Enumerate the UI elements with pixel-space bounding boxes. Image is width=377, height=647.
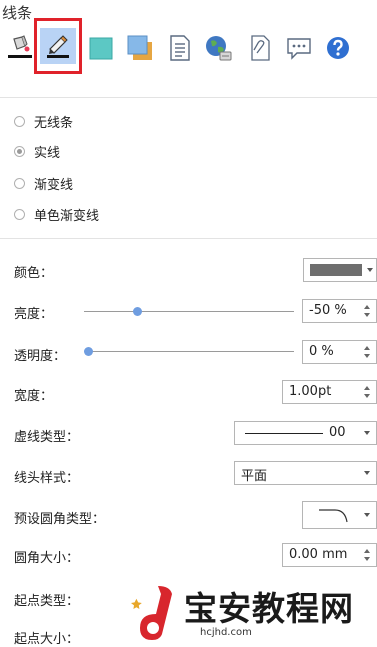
color-label: 颜色： — [14, 266, 54, 281]
start-size-label: 起点大小： — [14, 632, 80, 647]
chevron-down-icon — [367, 268, 373, 272]
shadow-square-icon[interactable] — [124, 32, 156, 64]
spin-down-icon[interactable] — [364, 394, 370, 398]
brightness-slider-thumb[interactable] — [133, 307, 142, 316]
dash-type-select[interactable]: 00 — [234, 421, 377, 445]
spin-up-icon[interactable] — [364, 549, 370, 553]
brightness-slider[interactable] — [84, 311, 294, 312]
spin-up-icon[interactable] — [364, 386, 370, 390]
brightness-spinbox[interactable]: -50 % — [302, 299, 377, 323]
watermark: 宝安教程网 hcjhd.com — [128, 582, 377, 644]
fill-square-icon[interactable] — [85, 32, 117, 64]
color-swatch — [310, 264, 362, 276]
dash-type-label: 虚线类型： — [14, 430, 80, 445]
spin-down-icon[interactable] — [364, 354, 370, 358]
start-type-label: 起点类型： — [14, 594, 80, 609]
width-spinbox[interactable]: 1.00pt — [282, 380, 377, 404]
cap-style-select[interactable]: 平面 — [234, 461, 377, 485]
divider — [0, 238, 377, 239]
dash-preview-line — [245, 433, 323, 434]
cap-style-label: 线头样式： — [14, 471, 80, 486]
radio-solid-line[interactable]: 实线 — [14, 140, 60, 162]
transparency-value: 0 % — [309, 344, 334, 359]
attachment-icon[interactable] — [244, 32, 276, 64]
radio-button-checked[interactable] — [14, 145, 25, 157]
transparency-slider-thumb[interactable] — [84, 347, 93, 356]
spin-up-icon[interactable] — [364, 305, 370, 309]
watermark-url: hcjhd.com — [200, 627, 252, 638]
radio-button[interactable] — [14, 208, 25, 220]
radio-no-line[interactable]: 无线条 — [14, 110, 73, 132]
transparency-label: 透明度： — [14, 349, 67, 364]
line-pen-button[interactable] — [34, 18, 82, 74]
spin-down-icon[interactable] — [364, 557, 370, 561]
panel-title: 线条 — [2, 4, 33, 22]
width-label: 宽度： — [14, 389, 54, 404]
width-value: 1.00pt — [289, 384, 332, 399]
rounded-corner-icon — [319, 509, 348, 523]
corner-preset-select[interactable] — [302, 501, 377, 529]
transparency-spinbox[interactable]: 0 % — [302, 340, 377, 364]
chevron-down-icon — [364, 471, 370, 475]
radio-mono-gradient-line[interactable]: 单色渐变线 — [14, 203, 99, 225]
radio-label: 实线 — [34, 145, 61, 161]
corner-size-spinbox[interactable]: 0.00 mm — [282, 543, 377, 567]
radio-label: 无线条 — [34, 115, 74, 131]
radio-button[interactable] — [14, 115, 25, 127]
corner-size-value: 0.00 mm — [289, 547, 348, 562]
divider — [0, 97, 377, 98]
corner-preset-label: 预设圆角类型： — [14, 512, 106, 527]
brightness-value: -50 % — [309, 303, 347, 318]
corner-size-label: 圆角大小： — [14, 551, 80, 566]
transparency-slider[interactable] — [88, 351, 294, 352]
document-icon[interactable] — [164, 32, 196, 64]
cap-style-value: 平面 — [241, 469, 268, 484]
dash-type-value: 00 — [329, 425, 346, 440]
watermark-text: 宝安教程网 — [184, 589, 354, 628]
comment-icon[interactable] — [283, 32, 315, 64]
radio-label: 单色渐变线 — [34, 208, 100, 224]
line-pen-icon — [47, 35, 69, 58]
radio-label: 渐变线 — [34, 177, 74, 193]
chevron-down-icon — [364, 431, 370, 435]
chevron-down-icon — [364, 513, 370, 517]
globe-icon[interactable] — [202, 32, 234, 64]
brightness-label: 亮度： — [14, 307, 54, 322]
spin-up-icon[interactable] — [364, 346, 370, 350]
spin-down-icon[interactable] — [364, 313, 370, 317]
color-picker[interactable] — [303, 258, 377, 282]
help-icon[interactable] — [322, 32, 354, 64]
radio-gradient-line[interactable]: 渐变线 — [14, 172, 73, 194]
radio-button[interactable] — [14, 177, 25, 189]
toolbar — [0, 18, 377, 74]
watermark-logo-icon — [131, 586, 172, 640]
paint-bucket-icon[interactable] — [4, 32, 36, 64]
